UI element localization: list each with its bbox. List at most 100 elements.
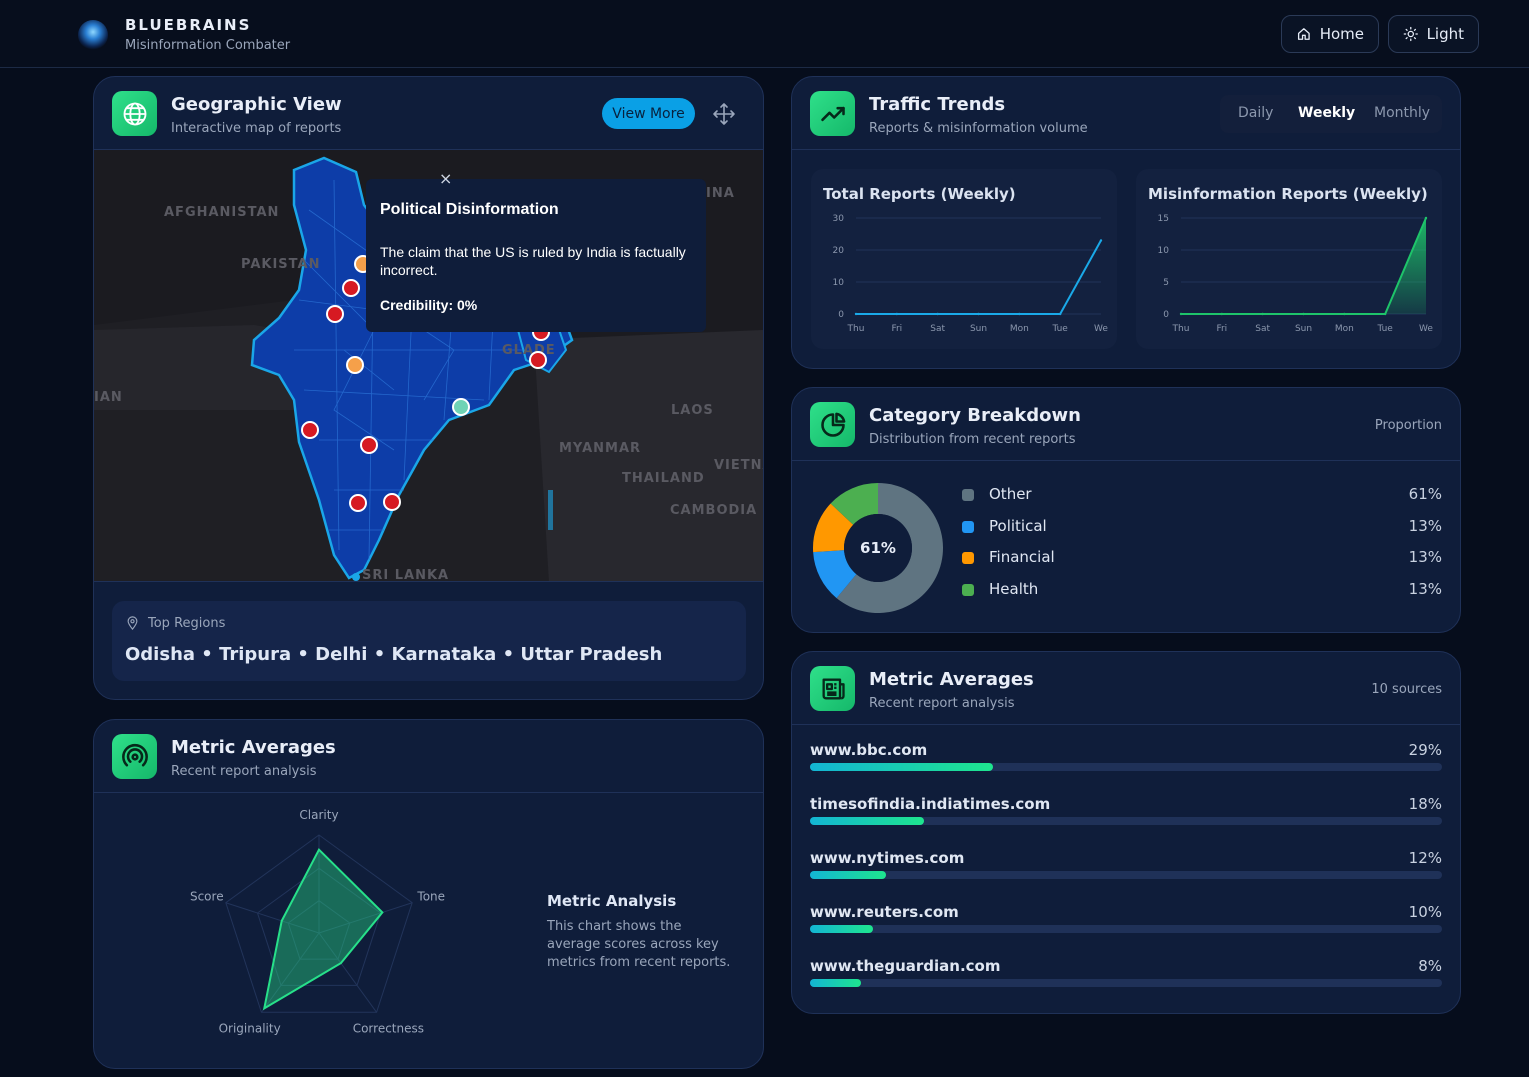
x-tick-label: Thu [1172,324,1190,334]
radar-series-shape [262,848,384,1011]
x-tick-label: Sat [1255,324,1270,334]
source-row[interactable]: www.bbc.com 29% [810,741,1442,781]
source-bar-fill [810,871,886,879]
theme-label: Light [1426,25,1464,43]
tab-daily[interactable]: Daily [1238,105,1273,121]
bluebrains-logo[interactable] [78,20,108,50]
x-tick-label: Sat [930,324,945,334]
y-tick-label: 0 [1163,310,1169,320]
x-tick-label: Mon [1335,324,1354,334]
map-marker[interactable] [349,494,367,512]
source-row[interactable]: www.nytimes.com 12% [810,849,1442,889]
legend-value: 13% [1408,580,1442,598]
y-tick-label: 15 [1158,214,1169,224]
map-marker[interactable] [342,279,360,297]
map[interactable]: AFGHANISTAN PAKISTAN INA IAN LAOS MYANMA… [94,150,763,582]
map-label: CAMBODIA [670,503,758,518]
home-label: Home [1319,25,1364,43]
data-point [1099,239,1103,242]
legend-swatch [962,521,974,533]
brand: BLUEBRAINS Misinformation Combater [125,16,290,53]
move-icon[interactable] [712,102,736,126]
total-reports-chart: Total Reports (Weekly) 0 10 20 30 Thu Fri Sat S… [811,169,1117,349]
donut-center-label: 61% [860,539,896,557]
analysis-title: Metric Analysis [547,892,677,910]
popup-close-button[interactable]: × [439,169,452,188]
theme-toggle-button[interactable]: Light [1388,15,1479,53]
source-row[interactable]: www.theguardian.com 8% [810,957,1442,997]
data-point [1424,216,1428,220]
sources-card: Metric Averages Recent report analysis 1… [791,651,1461,1014]
map-label: AFGHANISTAN [164,205,280,220]
data-point [1383,312,1387,316]
source-bar-fill [810,925,874,933]
category-breakdown-subtitle: Distribution from recent reports [869,432,1076,447]
source-bar-track [810,817,1442,825]
legend-label: Other [989,485,1032,503]
legend-value: 13% [1408,548,1442,566]
source-bar-track [810,979,1442,987]
data-point [1058,312,1062,316]
legend-item-other[interactable]: Other 61% [962,484,1442,506]
data-point [936,312,939,316]
x-tick-label: Mon [1010,324,1029,334]
map-marker[interactable] [326,305,344,323]
source-name: www.bbc.com [810,741,928,759]
metric-averages-radar-card: Metric Averages Recent report analysis C… [93,719,764,1069]
radar-axis-label: Clarity [299,808,338,822]
popup-credibility: Credibility: 0% [380,297,478,313]
source-percent: 29% [1408,741,1442,759]
x-tick-label: Sun [970,324,987,334]
map-marker[interactable] [529,351,547,369]
tab-weekly[interactable]: Weekly [1298,105,1355,121]
x-tick-label: Tue [1376,324,1393,334]
x-tick-label: Fri [1216,324,1227,334]
home-button[interactable]: Home [1281,15,1379,53]
source-bar-track [810,925,1442,933]
newspaper-icon [810,666,855,711]
total-reports-plot: 0 10 20 30 Thu Fri Sat Sun Mon Tue We [833,214,1109,334]
map-marker[interactable] [346,356,364,374]
data-point [977,312,980,316]
map-label: LAOS [671,403,714,418]
report-popup: Political Disinformation The claim that … [366,179,706,332]
legend-swatch [962,489,974,501]
source-row[interactable]: timesofindia.indiatimes.com 18% [810,795,1442,835]
legend-item-financial[interactable]: Financial 13% [962,547,1442,569]
source-bar-fill [810,979,861,987]
map-marker[interactable] [360,436,378,454]
view-more-button[interactable]: View More [602,98,695,129]
map-label: SRI LANKA [362,568,450,582]
source-row[interactable]: www.reuters.com 10% [810,903,1442,943]
sources-subtitle: Recent report analysis [869,696,1015,711]
data-point [854,312,858,316]
map-label: THAILAND [622,471,705,486]
source-percent: 8% [1418,957,1442,975]
map-label: IAN [94,390,123,405]
sun-icon [1403,26,1418,42]
data-point [1220,312,1224,316]
geographic-view-header: Geographic View Interactive map of repor… [94,77,763,150]
source-percent: 18% [1408,795,1442,813]
legend-item-health[interactable]: Health 13% [962,579,1442,601]
map-marker-selected[interactable] [452,398,470,416]
source-name: www.nytimes.com [810,849,965,867]
data-point [895,312,899,316]
legend-swatch [962,552,974,564]
tab-monthly[interactable]: Monthly [1374,105,1430,121]
legend-item-political[interactable]: Political 13% [962,516,1442,538]
map-marker[interactable] [383,493,401,511]
home-icon [1297,28,1310,40]
map-label: MYANMAR [559,441,642,456]
radar-icon [112,734,157,779]
radar-card-subtitle: Recent report analysis [171,764,317,779]
source-name: www.reuters.com [810,903,959,921]
traffic-trends-subtitle: Reports & misinformation volume [869,121,1088,136]
map-marker[interactable] [301,421,319,439]
pie-chart-icon [810,402,855,447]
source-bar-track [810,871,1442,879]
category-breakdown-card: Category Breakdown Distribution from rec… [791,387,1461,633]
radar-axis-label: Tone [416,890,445,904]
y-tick-label: 10 [1158,246,1170,256]
category-breakdown-header: Category Breakdown Distribution from rec… [792,388,1460,461]
